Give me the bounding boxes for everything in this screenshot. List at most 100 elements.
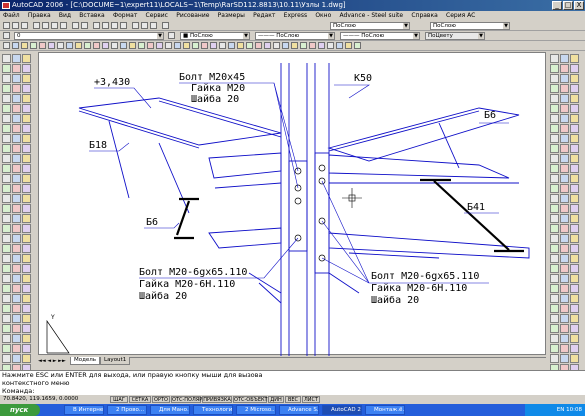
dimension-tool-icon[interactable] [291,42,298,49]
task-folder[interactable]: Для Мано... [150,405,190,415]
dimension-tool-icon[interactable] [39,42,46,49]
dimension-tool-icon[interactable] [327,42,334,49]
tool-icon[interactable] [570,244,579,253]
design-center-icon[interactable] [141,22,148,29]
tool-icon[interactable] [12,224,21,233]
tab-model[interactable]: Модель [70,357,101,365]
tool-icon[interactable] [570,194,579,203]
dimension-tool-icon[interactable] [93,42,100,49]
tool-icon[interactable] [560,184,569,193]
tool-icon[interactable] [12,174,21,183]
tool-icon[interactable] [12,134,21,143]
color-combo[interactable]: ■ ПоСлою ▼ [180,32,250,40]
dimension-tool-icon[interactable] [201,42,208,49]
tool-icon[interactable] [22,254,31,263]
dimension-tool-icon[interactable] [165,42,172,49]
tool-icon[interactable] [550,354,559,363]
tool-icon[interactable] [12,354,21,363]
tool-icon[interactable] [560,324,569,333]
tool-icon[interactable] [550,134,559,143]
tool-icon[interactable] [560,194,569,203]
tool-icon[interactable] [550,284,559,293]
dimension-tool-icon[interactable] [354,42,361,49]
tool-icon[interactable] [12,214,21,223]
tool-icon[interactable] [22,234,31,243]
horizontal-scrollbar[interactable] [130,357,546,365]
dimension-tool-icon[interactable] [129,42,136,49]
tool-icon[interactable] [22,184,31,193]
tool-icon[interactable] [560,234,569,243]
tool-icon[interactable] [570,54,579,63]
tool-icon[interactable] [22,334,31,343]
menu-series-ac[interactable]: Серия AC [443,11,478,21]
paste-icon[interactable] [60,22,67,29]
dimension-tool-icon[interactable] [264,42,271,49]
tool-icon[interactable] [2,124,11,133]
save-icon[interactable] [21,22,28,29]
tool-icon[interactable] [570,164,579,173]
tool-icon[interactable] [2,94,11,103]
tool-icon[interactable] [570,214,579,223]
dimension-tool-icon[interactable] [21,42,28,49]
task-montage[interactable]: Монтаж.ё... [365,405,405,415]
chevron-down-icon[interactable]: ▼ [478,33,484,39]
tool-icon[interactable] [560,334,569,343]
tool-icon[interactable] [570,264,579,273]
tool-icon[interactable] [12,264,21,273]
tool-icon[interactable] [12,84,21,93]
tool-icon[interactable] [560,54,569,63]
new-file-icon[interactable] [3,22,10,29]
tool-icon[interactable] [550,234,559,243]
tool-icon[interactable] [12,234,21,243]
tool-icon[interactable] [22,164,31,173]
tool-icon[interactable] [570,134,579,143]
tool-icon[interactable] [22,114,31,123]
tool-icon[interactable] [12,144,21,153]
menu-file[interactable]: Файл [0,11,23,21]
tool-icon[interactable] [12,114,21,123]
drawing-area[interactable]: +3,430 Болт М20х45 Гайка М20 Шайба 20 К5… [38,52,546,356]
tab-layout1[interactable]: Layout1 [100,357,131,365]
start-button[interactable]: пуск [0,404,40,416]
tool-icon[interactable] [550,154,559,163]
tool-icon[interactable] [560,204,569,213]
dimension-tool-icon[interactable] [156,42,163,49]
plotstyle-combo[interactable]: ПоЦвету ▼ [425,32,485,40]
dimension-tool-icon[interactable] [237,42,244,49]
tool-palettes-icon[interactable] [150,22,157,29]
properties-icon[interactable] [132,22,139,29]
tool-icon[interactable] [550,274,559,283]
tool-icon[interactable] [560,154,569,163]
task-microsoft[interactable]: 2 Microso... [236,405,276,415]
menu-help[interactable]: Справка [408,11,440,21]
tool-icon[interactable] [570,294,579,303]
tool-icon[interactable] [22,344,31,353]
dimension-tool-icon[interactable] [273,42,280,49]
tool-icon[interactable] [2,264,11,273]
task-internet[interactable]: В Интерне... [64,405,104,415]
tool-icon[interactable] [2,54,11,63]
tool-icon[interactable] [2,234,11,243]
tool-icon[interactable] [12,324,21,333]
dimension-tool-icon[interactable] [12,42,19,49]
tool-icon[interactable] [550,324,559,333]
autocad-app-icon[interactable] [2,2,10,9]
tool-icon[interactable] [2,134,11,143]
tool-icon[interactable] [560,114,569,123]
linetype-combo[interactable]: ——— ПоСлою ▼ [255,32,335,40]
chevron-down-icon[interactable]: ▼ [503,23,509,29]
tool-icon[interactable] [22,314,31,323]
dimension-tool-icon[interactable] [138,42,145,49]
tool-icon[interactable] [560,174,569,183]
open-file-icon[interactable] [12,22,19,29]
tool-icon[interactable] [560,354,569,363]
tool-icon[interactable] [22,274,31,283]
tool-icon[interactable] [12,254,21,263]
tool-icon[interactable] [2,104,11,113]
tool-icon[interactable] [550,254,559,263]
tool-icon[interactable] [2,194,11,203]
tool-icon[interactable] [2,114,11,123]
tool-icon[interactable] [12,184,21,193]
task-explorer[interactable]: 2 Прово... [107,405,147,415]
tool-icon[interactable] [12,74,21,83]
